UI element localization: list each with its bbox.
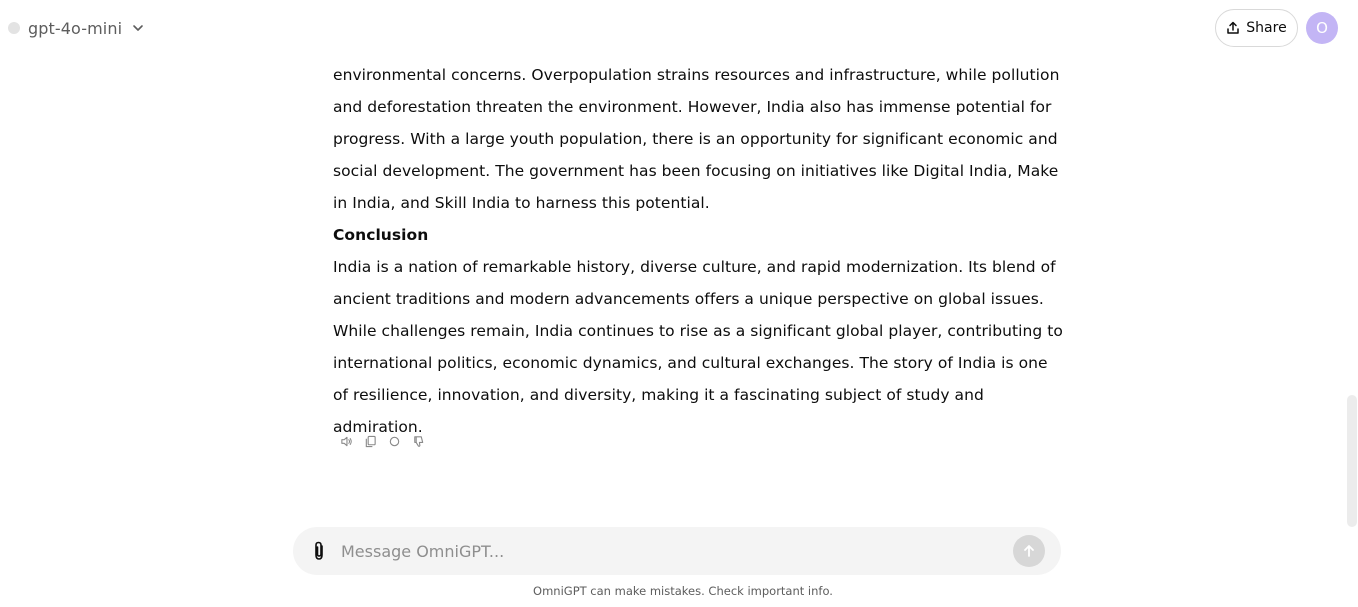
message-composer — [293, 527, 1061, 575]
model-selector[interactable]: gpt-4o-mini — [8, 17, 144, 39]
copy-icon[interactable] — [363, 432, 377, 450]
avatar[interactable]: O — [1306, 12, 1338, 44]
chat-page: gpt-4o-mini Share O environmental concer… — [0, 0, 1358, 607]
section-heading: Conclusion — [333, 226, 429, 244]
model-name: gpt-4o-mini — [28, 18, 123, 38]
message-input[interactable] — [341, 537, 991, 565]
paperclip-icon[interactable] — [308, 540, 330, 562]
assistant-message: environmental concerns. Overpopulation s… — [333, 59, 1063, 443]
message-actions — [339, 432, 425, 450]
share-button[interactable]: Share — [1215, 9, 1298, 47]
speaker-icon[interactable] — [339, 432, 353, 450]
message-paragraph: environmental concerns. Overpopulation s… — [333, 66, 1060, 212]
scrollbar-thumb[interactable] — [1347, 395, 1357, 527]
chevron-down-icon — [133, 25, 143, 31]
message-paragraph: India is a nation of remarkable history,… — [333, 258, 1063, 436]
thumbs-down-icon[interactable] — [411, 432, 425, 450]
regenerate-icon[interactable] — [387, 432, 401, 450]
disclaimer-text: OmniGPT can make mistakes. Check importa… — [533, 584, 833, 598]
status-dot — [8, 22, 20, 34]
arrow-up-icon — [1024, 545, 1034, 557]
share-icon — [1227, 21, 1240, 34]
send-button[interactable] — [1013, 535, 1045, 567]
share-label: Share — [1246, 20, 1287, 36]
